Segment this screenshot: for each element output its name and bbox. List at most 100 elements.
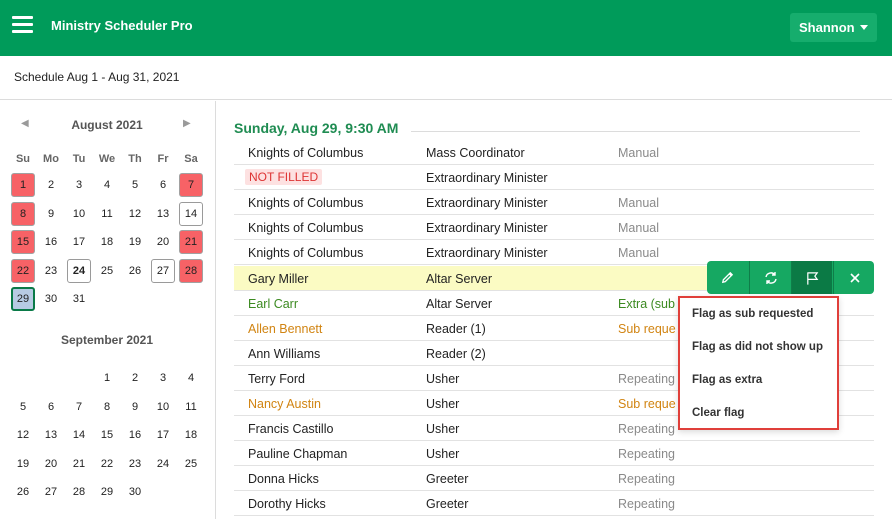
- ministry-role: Reader (1): [426, 321, 486, 336]
- calendar-day[interactable]: 28: [67, 480, 91, 504]
- calendar-day[interactable]: 10: [67, 202, 91, 226]
- calendar-day[interactable]: 20: [151, 230, 175, 254]
- calendar-day[interactable]: 6: [151, 173, 175, 197]
- calendar-month-title-september: September 2021: [60, 333, 154, 347]
- calendar-day[interactable]: 3: [151, 366, 175, 390]
- calendar-day[interactable]: 28: [179, 258, 203, 283]
- calendar-day[interactable]: 9: [39, 202, 63, 226]
- calendar-day[interactable]: 2: [39, 173, 63, 197]
- calendar-day[interactable]: 10: [151, 395, 175, 419]
- calendar-day[interactable]: 19: [123, 230, 147, 254]
- calendar-day[interactable]: 21: [179, 230, 203, 254]
- ministry-role: Altar Server: [426, 271, 492, 286]
- assignment-row[interactable]: Pauline Chapman Usher Repeating: [234, 441, 874, 467]
- assignment-status: Repeating: [618, 497, 675, 512]
- calendar-day[interactable]: 24: [67, 258, 91, 283]
- flag-sub-requested-item[interactable]: Flag as sub requested: [692, 308, 813, 320]
- assignment-row[interactable]: Knights of Columbus Extraordinary Ministe…: [234, 215, 874, 241]
- calendar-day[interactable]: 13: [151, 202, 175, 226]
- calendar-day[interactable]: 12: [123, 202, 147, 226]
- calendar-day[interactable]: 1: [95, 366, 119, 390]
- calendar-day[interactable]: 18: [179, 423, 203, 447]
- calendar-day[interactable]: 11: [95, 202, 119, 226]
- assignment-row[interactable]: Knights of Columbus Extraordinary Ministe…: [234, 190, 874, 216]
- calendar-day[interactable]: 20: [39, 452, 63, 476]
- assignment-row[interactable]: NOT FILLED Extraordinary Minister: [234, 165, 874, 191]
- hamburger-menu-icon[interactable]: [12, 16, 33, 34]
- remove-button[interactable]: [833, 261, 874, 294]
- calendar-day[interactable]: 13: [39, 423, 63, 447]
- calendar-day[interactable]: 5: [11, 395, 35, 419]
- calendar-day[interactable]: 9: [123, 395, 147, 419]
- user-menu-button[interactable]: Shannon: [790, 13, 877, 42]
- calendar-day[interactable]: 8: [95, 395, 119, 419]
- calendar-day[interactable]: 29: [95, 480, 119, 504]
- flag-button[interactable]: [791, 261, 832, 294]
- ministry-role: Mass Coordinator: [426, 146, 525, 160]
- calendar-day[interactable]: 25: [95, 259, 119, 283]
- app-title: Ministry Scheduler Pro: [51, 18, 193, 33]
- calendar-day[interactable]: 8: [11, 201, 35, 226]
- calendar-day[interactable]: 12: [11, 423, 35, 447]
- calendar-day[interactable]: 19: [11, 452, 35, 476]
- calendar-day[interactable]: 4: [95, 173, 119, 197]
- calendar-day[interactable]: 14: [67, 423, 91, 447]
- ministry-role: Extraordinary Minister: [426, 221, 548, 236]
- assignment-status: Manual: [618, 146, 659, 160]
- calendar-day[interactable]: 14: [179, 201, 203, 226]
- calendar-day[interactable]: 26: [11, 480, 35, 504]
- calendar-day[interactable]: 11: [179, 395, 203, 419]
- calendar-day[interactable]: 7: [179, 173, 203, 197]
- volunteer-name: Nancy Austin: [248, 397, 321, 411]
- volunteer-name: Dorothy Hicks: [248, 497, 326, 512]
- volunteer-name: Allen Bennett: [248, 321, 323, 336]
- calendar-day[interactable]: 4: [179, 366, 203, 390]
- flag-no-show-item[interactable]: Flag as did not show up: [692, 341, 823, 353]
- swap-icon: [765, 272, 777, 284]
- calendar-day[interactable]: 6: [39, 395, 63, 419]
- calendar-day[interactable]: 15: [11, 230, 35, 254]
- prev-month-icon[interactable]: ◀: [21, 118, 29, 129]
- calendar-day[interactable]: 16: [123, 423, 147, 447]
- calendar-day[interactable]: 31: [67, 287, 91, 311]
- calendar-day[interactable]: 22: [11, 258, 35, 283]
- swap-button[interactable]: [749, 261, 790, 294]
- calendar-day[interactable]: 18: [95, 230, 119, 254]
- clear-flag-item[interactable]: Clear flag: [692, 407, 744, 419]
- calendar-day[interactable]: 3: [67, 173, 91, 197]
- ministry-role: Extraordinary Minister: [426, 246, 548, 261]
- calendar-day[interactable]: 2: [123, 366, 147, 390]
- calendar-day[interactable]: 30: [39, 287, 63, 311]
- assignment-row[interactable]: Donna Hicks Greeter Repeating: [234, 466, 874, 492]
- calendar-day[interactable]: 15: [95, 423, 119, 447]
- calendar-day[interactable]: 16: [39, 230, 63, 254]
- calendar-day[interactable]: 7: [67, 395, 91, 419]
- assignment-row[interactable]: Dorothy Hicks Greeter Repeating: [234, 491, 874, 517]
- row-action-toolbar: [707, 261, 874, 294]
- calendar-day[interactable]: 22: [95, 452, 119, 476]
- calendar-day[interactable]: 30: [123, 480, 147, 504]
- calendar-day[interactable]: 24: [151, 452, 175, 476]
- calendar-day[interactable]: 1: [11, 173, 35, 197]
- flag-extra-item[interactable]: Flag as extra: [692, 374, 762, 386]
- next-month-icon[interactable]: ▶: [183, 118, 191, 129]
- calendar-day[interactable]: 27: [151, 258, 175, 283]
- ministry-role: Usher: [426, 371, 460, 386]
- assignment-row[interactable]: Knights of Columbus Mass Coordinator Manua…: [234, 140, 874, 165]
- calendar-day[interactable]: 29: [11, 287, 35, 311]
- volunteer-name: Knights of Columbus: [248, 221, 364, 236]
- calendar-day[interactable]: 25: [179, 452, 203, 476]
- calendar-day[interactable]: 17: [67, 230, 91, 254]
- calendar-day[interactable]: 27: [39, 480, 63, 504]
- calendar-day[interactable]: 23: [123, 452, 147, 476]
- volunteer-name: Knights of Columbus: [248, 146, 364, 160]
- calendar-day[interactable]: 26: [123, 259, 147, 283]
- calendar-day[interactable]: 5: [123, 173, 147, 197]
- volunteer-name: Ann Williams: [248, 346, 321, 361]
- calendar-day[interactable]: 21: [67, 452, 91, 476]
- ministry-role: Greeter: [426, 472, 469, 487]
- edit-button[interactable]: [707, 261, 748, 294]
- weekday-label: Su: [15, 153, 31, 165]
- calendar-day[interactable]: 23: [39, 259, 63, 283]
- calendar-day[interactable]: 17: [151, 423, 175, 447]
